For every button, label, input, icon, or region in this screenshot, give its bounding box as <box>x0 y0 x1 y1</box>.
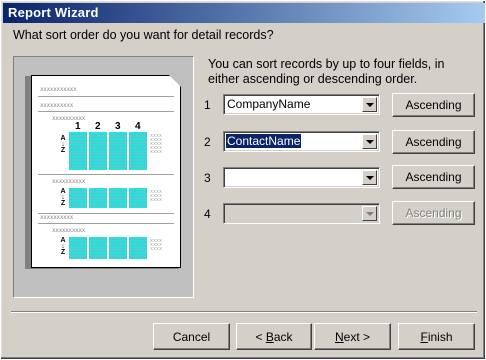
chevron-down-icon <box>366 140 374 144</box>
preview-group-label: xxxxxxxxxxx <box>40 86 77 93</box>
sort-field-1-order-button[interactable]: Ascending <box>392 93 475 117</box>
sort-info-text: You can sort records by up to four field… <box>208 57 445 86</box>
window-title: Report Wizard <box>8 5 99 20</box>
preview-row-label: xxxxxxxxxx <box>52 178 86 185</box>
preview-column-cell <box>129 132 147 170</box>
preview-page: xxxxxxxxxxx xxxxxxxxxx xxxxxxxxxx 1 2 3 … <box>31 75 181 268</box>
sort-az-icon: A ↓ Z <box>60 237 66 256</box>
sort-field-3-order-button[interactable]: Ascending <box>392 165 475 189</box>
preview-column-cell <box>109 132 127 170</box>
title-bar[interactable]: Report Wizard <box>3 3 485 23</box>
chevron-down-icon <box>366 103 374 107</box>
separator <box>11 311 477 313</box>
report-wizard-window: Report Wizard What sort order do you wan… <box>0 0 486 360</box>
preview-divider <box>38 96 174 97</box>
sort-field-number: 4 <box>204 207 211 221</box>
preview-gray-cells: xxxx xxxx xxxx <box>150 189 163 203</box>
preview-column-cell <box>69 132 87 170</box>
dropdown-button <box>362 206 377 221</box>
preview-gray-cells: xxxx xxxx xxxx <box>150 238 163 252</box>
column-number: 3 <box>115 121 121 132</box>
cancel-button[interactable]: Cancel <box>153 323 230 350</box>
sort-field-2-order-button[interactable]: Ascending <box>392 130 475 154</box>
sort-field-2-select[interactable]: ContactName <box>223 131 380 152</box>
preview-row-label: xxxxxxxxxx <box>52 227 86 234</box>
preview-divider <box>38 223 174 224</box>
wizard-question: What sort order do you want for detail r… <box>13 28 274 42</box>
sort-field-2-value: ContactName <box>224 133 303 149</box>
preview-sub-label: xxxxxxxxxx <box>40 214 74 221</box>
sort-field-1-value: CompanyName <box>227 97 311 111</box>
preview-column-cell <box>129 188 147 208</box>
page-fold-icon <box>169 75 181 87</box>
preview-column-cell <box>89 188 107 208</box>
column-number: 2 <box>95 121 101 132</box>
sort-field-number: 3 <box>204 171 211 185</box>
sort-field-number: 2 <box>204 135 211 149</box>
dropdown-button[interactable] <box>362 170 377 185</box>
sort-field-number: 1 <box>204 98 211 112</box>
sort-az-icon: A ↓ Z <box>60 188 66 207</box>
column-number: 1 <box>75 121 81 132</box>
preview-column-cell <box>89 132 107 170</box>
preview-column-cell <box>69 237 87 259</box>
sort-field-1-select[interactable]: CompanyName <box>223 94 380 115</box>
chevron-down-icon <box>366 176 374 180</box>
preview-column-cell <box>69 188 87 208</box>
next-button[interactable]: Next > <box>314 323 391 350</box>
preview-sub-label: xxxxxxxxxx <box>40 102 74 109</box>
preview-gray-cells: xxxx xxxx xxxx xxxx xxxx <box>150 133 163 155</box>
dropdown-button[interactable] <box>362 97 377 112</box>
preview-column-cell <box>129 237 147 259</box>
column-number: 4 <box>135 121 141 132</box>
sort-az-icon: A ↓ Z <box>60 135 66 154</box>
preview-column-cell <box>109 237 127 259</box>
preview-divider <box>38 111 174 112</box>
sort-field-4-select <box>223 203 380 224</box>
back-button[interactable]: < Back <box>236 323 312 350</box>
sort-field-4-order-button: Ascending <box>392 201 475 225</box>
preview-column-cell <box>109 188 127 208</box>
chevron-down-icon <box>366 212 374 216</box>
sort-field-3-select[interactable] <box>223 167 380 188</box>
finish-button[interactable]: Finish <box>398 323 475 350</box>
preview-divider <box>38 174 174 175</box>
preview-column-cell <box>89 237 107 259</box>
dropdown-button[interactable] <box>362 134 377 149</box>
